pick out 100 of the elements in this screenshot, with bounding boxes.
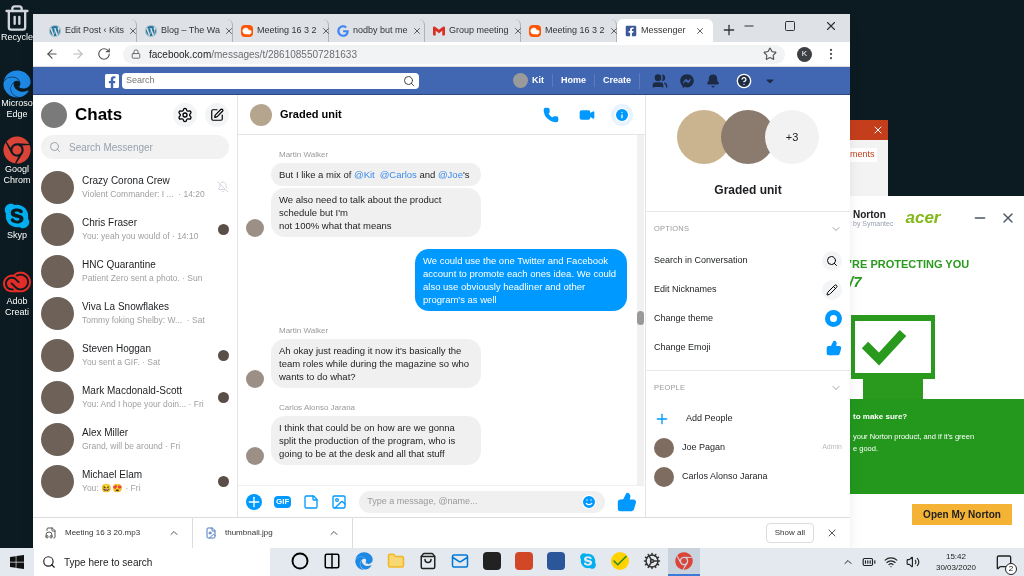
desktop-icon-label: Edge — [6, 109, 28, 120]
chat-list-item[interactable]: Viva La Snowflakes Tommy foking Shelby: W... · Sat — [33, 292, 237, 334]
browser-tab[interactable]: Blog – The Wa — [137, 19, 233, 42]
facebook-search-field[interactable]: Search — [122, 72, 419, 89]
message-bubble: We could use the one Twitter and Facebook account to promote each ones idea. We could also use obviously headliner and other program's as well — [415, 249, 627, 311]
skype-icon — [3, 202, 31, 230]
chat-list-item[interactable]: Chris Fraser You: yeah you would of · 14:10 — [33, 208, 237, 250]
option-row[interactable]: Change theme — [646, 304, 850, 333]
image-file-icon — [205, 527, 217, 539]
chat-avatar — [41, 380, 74, 414]
browser-tab[interactable]: Messenger — [617, 19, 713, 42]
sticker-icon[interactable] — [303, 493, 320, 510]
browser-tab[interactable]: Edit Post ‹ Kits — [41, 19, 137, 42]
ribbon-tab[interactable]: ments — [848, 148, 877, 162]
thumbs-up-icon[interactable] — [617, 491, 637, 512]
battery-icon — [861, 555, 876, 569]
facebook-logo-icon[interactable] — [104, 72, 120, 89]
close-tab-icon[interactable] — [512, 25, 523, 36]
settings-icon — [177, 107, 193, 123]
close-tab-icon[interactable] — [224, 25, 235, 36]
maximize-icon[interactable] — [784, 20, 796, 32]
close-tab-icon[interactable] — [411, 25, 422, 36]
close-tab-icon[interactable] — [695, 25, 705, 36]
profile-button[interactable]: K — [797, 46, 812, 62]
volume-icon — [905, 555, 920, 569]
sender-name: Martin Walker — [279, 325, 330, 337]
phone-icon[interactable] — [543, 106, 559, 123]
chat-list-item[interactable]: Steven Hoggan You sent a GIF. · Sat — [33, 334, 237, 376]
add-people-row[interactable]: Add People — [646, 405, 850, 433]
chat-list-item[interactable]: Alex Miller Grand, will be around · Fri — [33, 418, 237, 460]
taskbar-search-field[interactable]: Type here to search — [34, 548, 270, 576]
tab-title: Edit Post ‹ Kits — [65, 23, 125, 37]
desktop-icon-label: Adob — [6, 296, 28, 307]
clock[interactable]: 15:42 30/03/2020 — [927, 551, 984, 573]
friends-icon[interactable] — [652, 72, 668, 89]
sender-name: Martin Walker — [279, 149, 330, 161]
nav-link[interactable]: Home — [551, 73, 594, 88]
close-tab-icon[interactable] — [320, 25, 331, 36]
chat-name: Chris Fraser — [82, 216, 138, 231]
seen-avatar — [218, 223, 229, 235]
nav-link[interactable]: Create — [594, 73, 639, 88]
info-button[interactable] — [611, 103, 633, 126]
wordpress-icon — [49, 24, 61, 37]
pencil-icon[interactable] — [822, 279, 842, 300]
option-row[interactable]: Search in Conversation — [646, 246, 850, 275]
search-icon — [49, 141, 61, 153]
chat-list-item[interactable]: Mark Macdonald-Scott You: And I hope your doin... · Fri — [33, 376, 237, 418]
close-icon[interactable] — [824, 19, 838, 33]
chat-list-item[interactable]: Michael Elam You: 😆😍 · Fri — [33, 460, 237, 502]
new-tab-icon[interactable] — [721, 22, 737, 38]
more-members-count: +3 — [765, 110, 819, 164]
chat-name: Crazy Corona Crew — [82, 174, 171, 189]
chats-title: Chats — [75, 104, 124, 127]
group-name: Graded unit — [713, 182, 783, 199]
search-icon[interactable] — [822, 250, 842, 271]
bookmark-star-icon[interactable] — [763, 47, 777, 61]
search-placeholder: Search Messenger — [69, 140, 153, 155]
notification-center-icon[interactable] — [996, 554, 1012, 570]
person-row[interactable]: Carlos Alonso Jarana — [646, 462, 850, 491]
gmail-icon — [433, 24, 445, 37]
show-all-button[interactable]: Show all — [765, 523, 814, 543]
plus-icon — [654, 411, 670, 427]
option-row[interactable]: Edit Nicknames — [646, 275, 850, 304]
profile-link[interactable]: Kit — [512, 73, 552, 88]
start-icon[interactable] — [9, 554, 25, 570]
google-icon — [337, 24, 349, 37]
close-icon[interactable] — [826, 527, 838, 539]
desktop-icon-label: Microso — [1, 98, 33, 109]
messenger-icon[interactable] — [680, 73, 694, 88]
person-avatar — [654, 437, 674, 458]
emoji-icon[interactable] — [581, 493, 597, 510]
image-icon[interactable] — [331, 493, 348, 510]
notifications-icon[interactable] — [706, 73, 720, 88]
search-icon[interactable] — [403, 74, 415, 87]
back-icon[interactable] — [45, 47, 59, 61]
desktop-icon-label: Creati — [5, 307, 29, 318]
reload-icon[interactable] — [97, 47, 111, 61]
option-row[interactable]: Change Emoji — [646, 333, 850, 362]
add-people-label: Add People — [686, 412, 733, 426]
help-icon[interactable] — [736, 72, 752, 89]
theme-icon[interactable] — [825, 310, 842, 327]
tab-title: nodby but me — [353, 23, 408, 37]
message-bubble: Ah okay just reading it now it's basically the team roles while during the magazine so who wants to do what? — [271, 339, 481, 388]
open-norton-button[interactable]: Open My Norton — [912, 503, 1012, 525]
browser-tab[interactable]: Group meeting — [425, 19, 521, 42]
close-icon[interactable] — [872, 124, 884, 136]
seen-avatar — [218, 475, 229, 487]
browser-tab[interactable]: nodby but me — [329, 19, 425, 42]
person-avatar — [654, 466, 674, 487]
close-tab-icon[interactable] — [608, 25, 619, 36]
browser-tab[interactable]: Meeting 16 3 2 — [233, 19, 329, 42]
new-message-button[interactable] — [205, 103, 229, 127]
close-tab-icon[interactable] — [128, 25, 139, 36]
scrollbar[interactable] — [637, 135, 644, 485]
settings-button[interactable] — [173, 103, 197, 127]
chat-list-item[interactable]: HNC Quarantine Patient Zero sent a photo. · Sun — [33, 250, 237, 292]
address-bar[interactable]: facebook.com/messages/t/2861085507281633 — [123, 44, 785, 64]
add-icon[interactable] — [246, 493, 262, 510]
thumbs-up-icon[interactable] — [826, 339, 842, 356]
person-name: Carlos Alonso Jarana — [682, 469, 769, 483]
